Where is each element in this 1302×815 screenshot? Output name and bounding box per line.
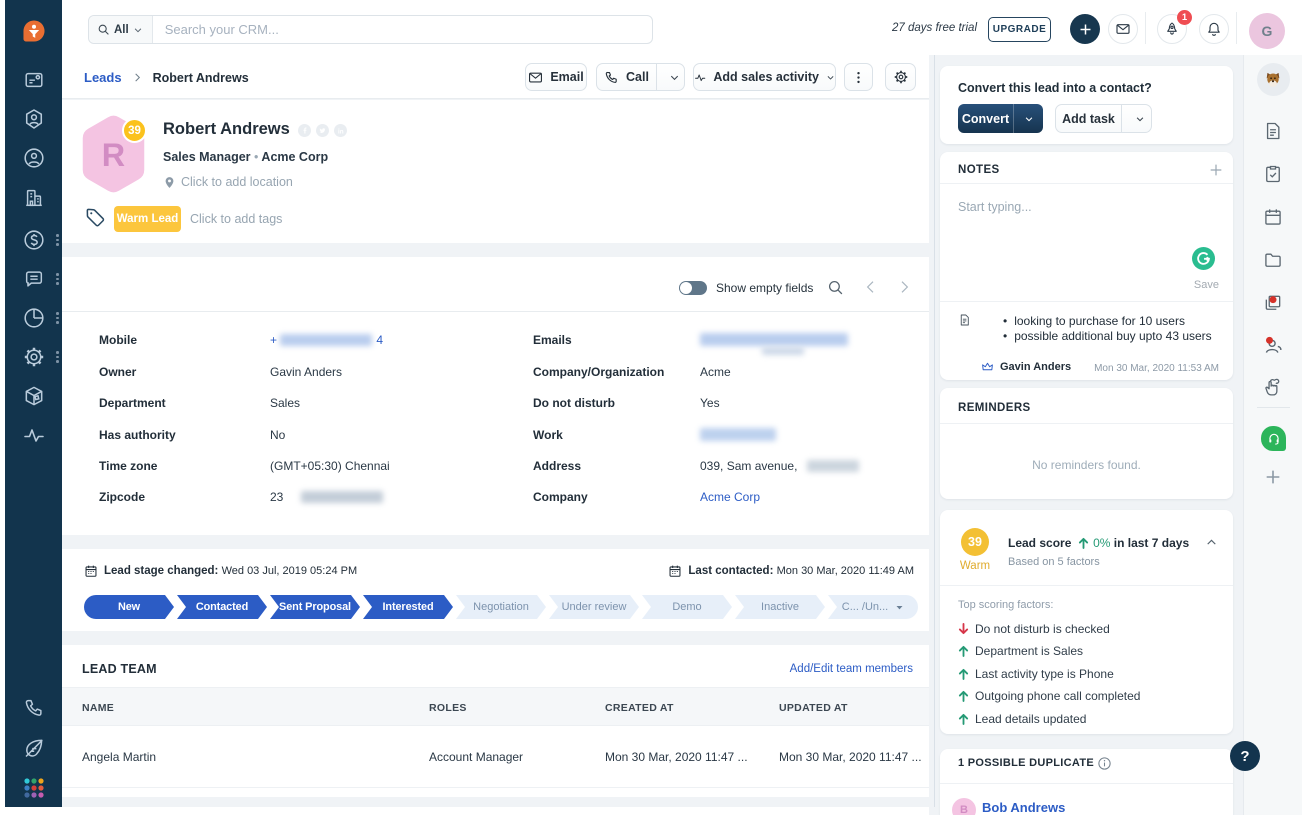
svg-text:R: R <box>102 137 125 173</box>
